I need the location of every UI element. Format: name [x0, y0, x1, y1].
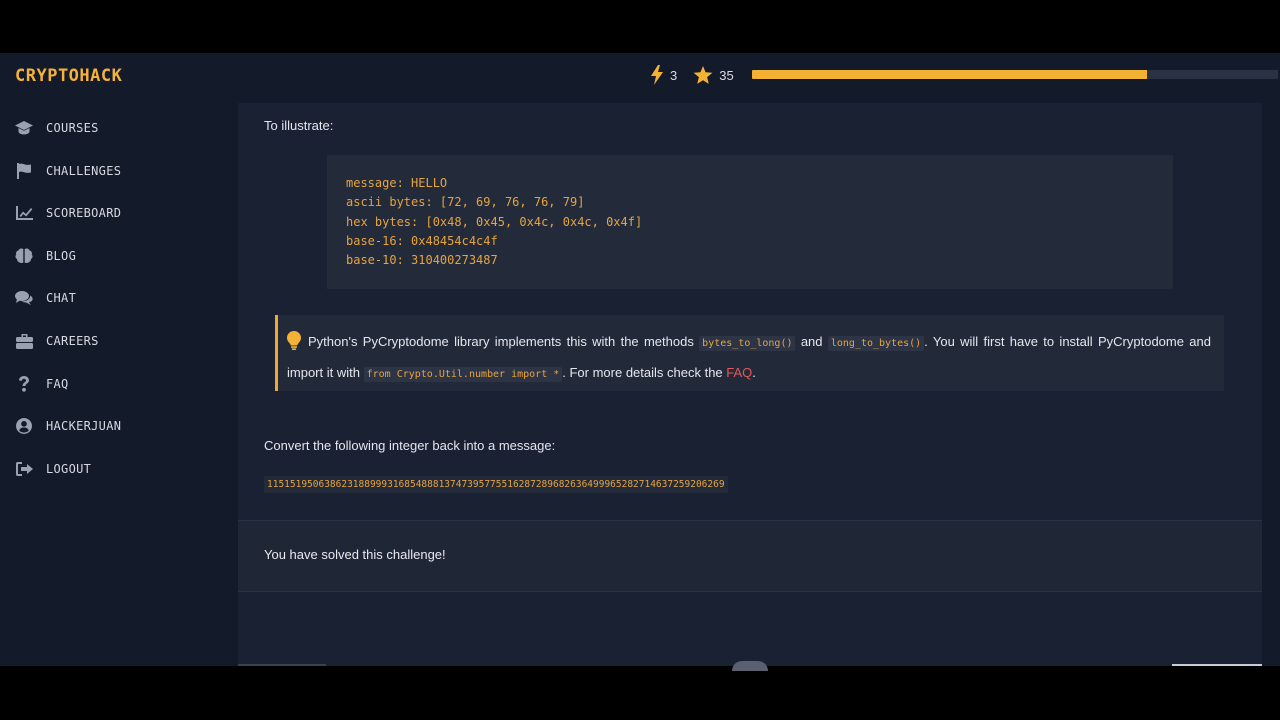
intro-text: To illustrate:	[264, 118, 334, 133]
code-line: base-16: 0x48454c4c4f	[346, 233, 498, 248]
graduation-cap-icon	[15, 120, 33, 136]
sidebar-item-label: LOGOUT	[46, 462, 92, 476]
chart-line-icon	[15, 205, 33, 221]
inline-code-long-to-bytes: long_to_bytes()	[827, 336, 925, 351]
hint-text: .	[752, 365, 756, 380]
sidebar-item-challenges[interactable]: CHALLENGES	[15, 160, 121, 182]
inline-code-bytes-to-long: bytes_to_long()	[699, 336, 796, 351]
sidebar-item-label: CHAT	[46, 291, 77, 305]
app-viewport: CRYPTOHACK 3 35 COURSES CHALLENGES SCORE…	[0, 53, 1280, 666]
brand-logo[interactable]: CRYPTOHACK	[15, 66, 122, 86]
lightbulb-icon	[287, 331, 301, 350]
hint-text: . For more details check the	[562, 365, 723, 380]
code-line: message: HELLO	[346, 176, 448, 190]
sidebar-item-scoreboard[interactable]: SCOREBOARD	[15, 202, 121, 224]
task-prompt: Convert the following integer back into …	[264, 438, 556, 453]
sidebar-item-blog[interactable]: BLOG	[15, 245, 76, 267]
stars-stat: 35	[693, 65, 734, 85]
sidebar-item-hackerjuan[interactable]: HACKERJUAN	[15, 415, 121, 437]
inline-code-import: from Crypto.Util.number import *	[363, 367, 563, 382]
solved-message: You have solved this challenge!	[264, 547, 446, 562]
sidebar-item-label: BLOG	[46, 249, 77, 263]
progress-bar	[752, 70, 1278, 79]
chat-bubbles-icon	[15, 290, 33, 306]
lightning-count: 3	[670, 67, 678, 83]
sidebar-item-label: FAQ	[46, 377, 69, 391]
code-line: hex bytes: [0x48, 0x45, 0x4c, 0x4c, 0x4f…	[346, 214, 643, 229]
user-stats: 3 35	[650, 63, 750, 87]
sidebar-item-label: SCOREBOARD	[46, 206, 122, 220]
user-circle-icon	[15, 418, 33, 434]
hint-text: and	[800, 334, 823, 349]
code-line: base-10: 310400273487	[346, 253, 498, 268]
hint-callout: Python's PyCryptodome library implements…	[275, 315, 1224, 391]
hint-text: Python's PyCryptodome library implements…	[308, 334, 694, 349]
sidebar-item-logout[interactable]: LOGOUT	[15, 458, 91, 480]
sidebar-item-label: CHALLENGES	[46, 164, 122, 178]
progress-fill	[752, 70, 1147, 79]
bottom-button-edge[interactable]	[1172, 664, 1262, 666]
code-line: ascii bytes: [72, 69, 76, 76, 79]	[346, 195, 585, 210]
star-icon	[693, 65, 713, 84]
bottom-divider	[238, 664, 326, 666]
sidebar-item-label: CAREERS	[46, 334, 99, 348]
solved-banner: You have solved this challenge!	[238, 520, 1262, 592]
challenge-card: To illustrate: message: HELLO ascii bytes…	[238, 103, 1262, 666]
faq-link[interactable]: FAQ	[726, 365, 752, 380]
briefcase-icon	[15, 333, 33, 349]
sidebar-item-faq[interactable]: FAQ	[15, 373, 69, 395]
scroll-handle[interactable]	[732, 661, 768, 671]
sign-out-icon	[15, 461, 33, 477]
sidebar-item-chat[interactable]: CHAT	[15, 287, 76, 309]
lightning-stat: 3	[650, 65, 677, 85]
code-block: message: HELLO ascii bytes: [72, 69, 76, …	[327, 155, 1173, 289]
flag-icon	[15, 163, 33, 179]
lightning-icon	[651, 65, 663, 85]
sidebar-item-label: COURSES	[46, 121, 99, 135]
star-count: 35	[719, 67, 734, 83]
brain-icon	[15, 248, 33, 264]
question-mark-icon	[15, 376, 33, 392]
sidebar-item-courses[interactable]: COURSES	[15, 117, 99, 139]
sidebar-item-label: HACKERJUAN	[46, 419, 122, 433]
sidebar-item-careers[interactable]: CAREERS	[15, 330, 99, 352]
encoded-integer: 1151519506386231889993168548881374739577…	[264, 476, 728, 493]
